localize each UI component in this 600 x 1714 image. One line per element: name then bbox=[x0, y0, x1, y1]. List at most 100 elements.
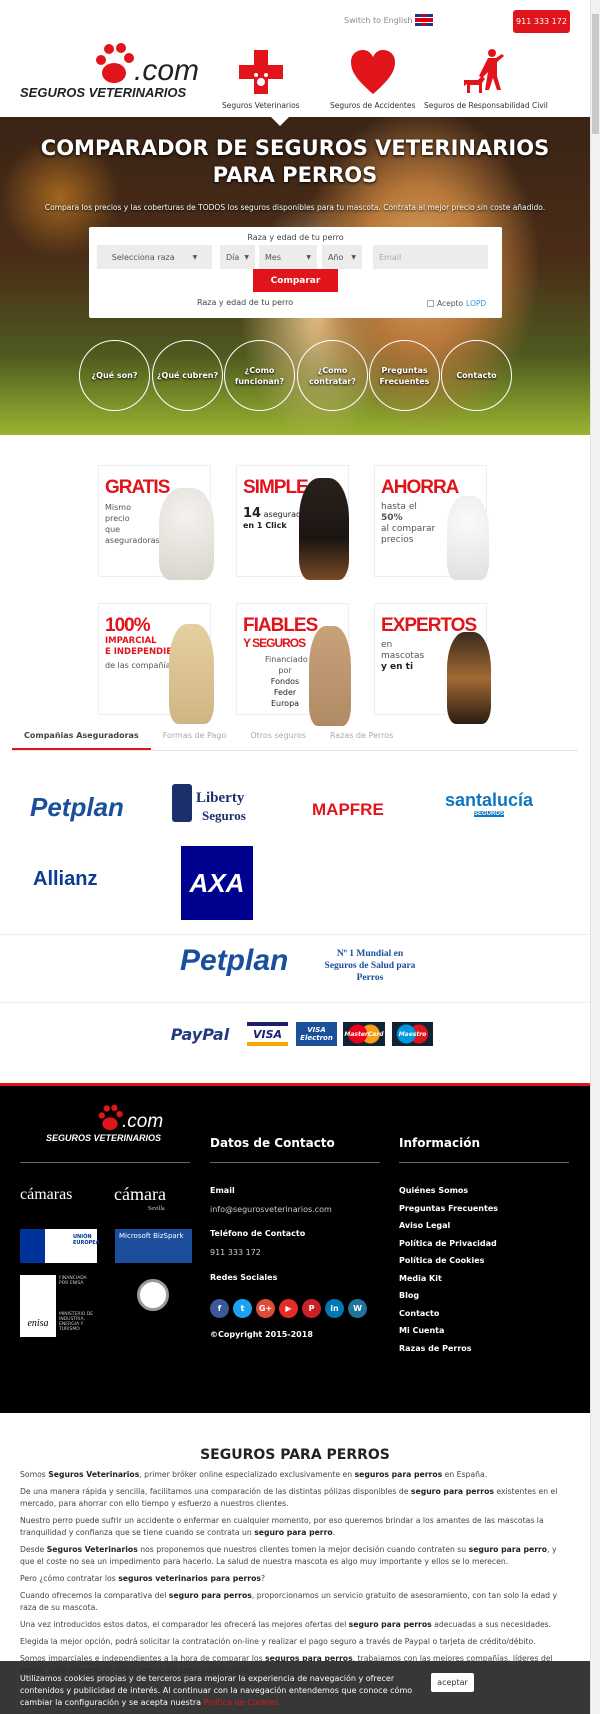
nav-seguros-accidentes[interactable]: Seguros de Accidentes bbox=[330, 48, 415, 110]
circle-preguntas-frecuentes[interactable]: Preguntas Frecuentes bbox=[369, 340, 440, 411]
seo-article: SEGUROS PARA PERROS Somos Seguros Veteri… bbox=[0, 1413, 590, 1682]
logo-name: SEGUROS VETERINARIOS bbox=[46, 1133, 162, 1143]
email-placeholder: Email bbox=[379, 252, 402, 262]
lopd-link[interactable]: LOPD bbox=[466, 299, 486, 308]
chevron-down-icon: ▼ bbox=[351, 253, 356, 261]
petplan-logo[interactable]: Petplan bbox=[30, 792, 124, 823]
google-plus-icon[interactable]: G+ bbox=[256, 1299, 275, 1318]
feature-title: GRATIS bbox=[105, 477, 170, 498]
circle-como-funcionan[interactable]: ¿Como funcionan? bbox=[224, 340, 295, 411]
santalucia-sub: SEGUROS bbox=[474, 811, 505, 817]
footer-link-preguntas[interactable]: Preguntas Frecuentes bbox=[399, 1204, 498, 1213]
footer-link-quienes-somos[interactable]: Quiénes Somos bbox=[399, 1186, 468, 1195]
footer-link-mi-cuenta[interactable]: Mi Cuenta bbox=[399, 1326, 444, 1335]
phone-button[interactable]: 911 333 172 bbox=[513, 10, 570, 33]
divider bbox=[0, 1002, 590, 1003]
email-link[interactable]: info@segurosveterinarios.com bbox=[210, 1205, 332, 1214]
twitter-icon[interactable]: t bbox=[233, 1299, 252, 1318]
hero-subtitle: Compara los precios y las coberturas de … bbox=[44, 203, 546, 212]
youtube-icon[interactable]: ▶ bbox=[279, 1299, 298, 1318]
article-paragraph: Desde Seguros Veterinarios nos proponemo… bbox=[20, 1545, 557, 1566]
footer-link-blog[interactable]: Blog bbox=[399, 1291, 419, 1300]
feature-text: de las compañías bbox=[105, 661, 175, 670]
divider bbox=[0, 934, 590, 935]
year-select[interactable]: Año ▼ bbox=[322, 245, 362, 269]
santalucia-logo[interactable]: santalucía SEGUROS bbox=[444, 790, 534, 817]
footer-link-aviso-legal[interactable]: Aviso Legal bbox=[399, 1221, 450, 1230]
footer-link-privacidad[interactable]: Política de Privacidad bbox=[399, 1239, 497, 1248]
mapfre-logo[interactable]: MAPFRE bbox=[312, 800, 384, 820]
article-paragraph: De una manera rápida y sencilla, facilit… bbox=[20, 1487, 558, 1508]
feature-title: 100% bbox=[105, 615, 151, 636]
petplan-banner[interactable]: Petplan Nº 1 Mundial en Seguros de Salud… bbox=[180, 944, 420, 990]
certification-seal-icon bbox=[137, 1279, 169, 1311]
scrollbar-thumb[interactable] bbox=[592, 14, 599, 134]
mastercard-logo: MasterCard bbox=[343, 1022, 385, 1046]
enisa-logo: enisa bbox=[20, 1275, 56, 1337]
heart-icon bbox=[350, 50, 395, 94]
german-shepherd-dog-image bbox=[447, 632, 491, 724]
hero-title-line1: COMPARADOR DE SEGUROS VETERINARIOS bbox=[40, 136, 550, 160]
month-select[interactable]: Mes ▼ bbox=[259, 245, 317, 269]
tab-otros-seguros[interactable]: Otros seguros bbox=[238, 723, 318, 750]
footer-link-contacto[interactable]: Contacto bbox=[399, 1309, 439, 1318]
circle-que-cubren[interactable]: ¿Qué cubren? bbox=[152, 340, 223, 411]
feature-card-ahorra: AHORRA hasta el 50% al comparar precios bbox=[374, 465, 489, 580]
nav-seguros-veterinarios[interactable]: Seguros Veterinarios bbox=[222, 48, 300, 110]
tab-razas[interactable]: Razas de Perros bbox=[318, 723, 405, 750]
visa-electron-logo: VISA Electron bbox=[296, 1022, 337, 1046]
article-title: SEGUROS PARA PERROS bbox=[200, 1447, 390, 1463]
logo[interactable]: .com SEGUROS VETERINARIOS bbox=[20, 40, 199, 102]
article-paragraph: Somos Seguros Veterinarios, primer bróke… bbox=[20, 1470, 488, 1479]
logo-name: SEGUROS VETERINARIOS bbox=[20, 85, 187, 100]
pinterest-icon[interactable]: P bbox=[302, 1299, 321, 1318]
feature-title: FIABLES bbox=[243, 615, 318, 636]
circle-contacto[interactable]: Contacto bbox=[441, 340, 512, 411]
feature-card-simple: SIMPLE 14 aseguradoras en 1 Click bbox=[236, 465, 349, 580]
email-label: Email bbox=[210, 1186, 235, 1195]
article-paragraph: Cuando ofrecemos la comparativa del segu… bbox=[20, 1591, 558, 1612]
footer-logo[interactable]: .com SEGUROS VETERINARIOS bbox=[46, 1104, 166, 1146]
bizspark-logo: Microsoft BizSpark bbox=[115, 1229, 192, 1263]
allianz-logo[interactable]: Allianz bbox=[33, 868, 97, 891]
checkbox[interactable] bbox=[427, 300, 434, 307]
hero-title-line2: PARA PERROS bbox=[212, 163, 378, 187]
email-input[interactable]: Email bbox=[373, 245, 488, 269]
tab-companias[interactable]: Compañias Aseguradoras bbox=[12, 723, 151, 750]
article-paragraph: Pero ¿cómo contratar los seguros veterin… bbox=[20, 1574, 266, 1583]
feature-text: en mascotas bbox=[381, 640, 425, 661]
circle-como-contratar[interactable]: ¿Como contratar? bbox=[297, 340, 368, 411]
article-paragraph: Nuestro perro puede sufrir un accidente … bbox=[20, 1516, 544, 1537]
dog-walker-icon bbox=[463, 49, 504, 93]
language-switch[interactable]: Switch to English bbox=[344, 14, 434, 26]
language-switch-label: Switch to English bbox=[344, 15, 413, 25]
accept-cookies-button[interactable]: aceptar bbox=[431, 1673, 474, 1692]
facebook-icon[interactable]: f bbox=[210, 1299, 229, 1318]
lopd-checkbox[interactable]: Acepto LOPD bbox=[427, 299, 486, 308]
nav-responsabilidad-civil[interactable]: Seguros de Responsabilidad Civil bbox=[424, 48, 548, 110]
axa-logo[interactable]: AXA bbox=[181, 846, 253, 920]
cookie-policy-link[interactable]: Política de Cookies bbox=[204, 1698, 279, 1707]
mixed-dog-image bbox=[309, 626, 351, 726]
tab-formas-pago[interactable]: Formas de Pago bbox=[151, 723, 239, 750]
breed-select[interactable]: Selecciona raza ▼ bbox=[97, 245, 212, 269]
wordpress-icon[interactable]: W bbox=[348, 1299, 367, 1318]
day-select[interactable]: Día ▼ bbox=[220, 245, 255, 269]
compare-button[interactable]: Comparar bbox=[253, 269, 338, 292]
article-paragraph: Una vez introducidos estos datos, el com… bbox=[20, 1620, 552, 1629]
scrollbar[interactable] bbox=[590, 0, 600, 1714]
camaras-logo: cámaras bbox=[20, 1186, 73, 1203]
union-europea-logo: UNIÓN EUROPEA bbox=[20, 1229, 100, 1263]
footer-link-cookies[interactable]: Política de Cookies bbox=[399, 1256, 484, 1265]
footer-link-media-kit[interactable]: Media Kit bbox=[399, 1274, 442, 1283]
phone-value[interactable]: 911 333 172 bbox=[210, 1248, 261, 1257]
feature-text: Financiado por bbox=[265, 655, 308, 675]
uk-flag-icon bbox=[415, 14, 434, 26]
footer-link-razas[interactable]: Razas de Perros bbox=[399, 1344, 472, 1353]
feature-card-fiables: FIABLES Y SEGUROS Financiado por Fondos F… bbox=[236, 603, 351, 726]
chevron-down-icon: ▼ bbox=[306, 253, 311, 261]
liberty-name: Liberty bbox=[196, 790, 245, 806]
circle-que-son[interactable]: ¿Qué son? bbox=[79, 340, 150, 411]
linkedin-icon[interactable]: in bbox=[325, 1299, 344, 1318]
form-label: Raza y edad de tu perro bbox=[247, 233, 344, 242]
